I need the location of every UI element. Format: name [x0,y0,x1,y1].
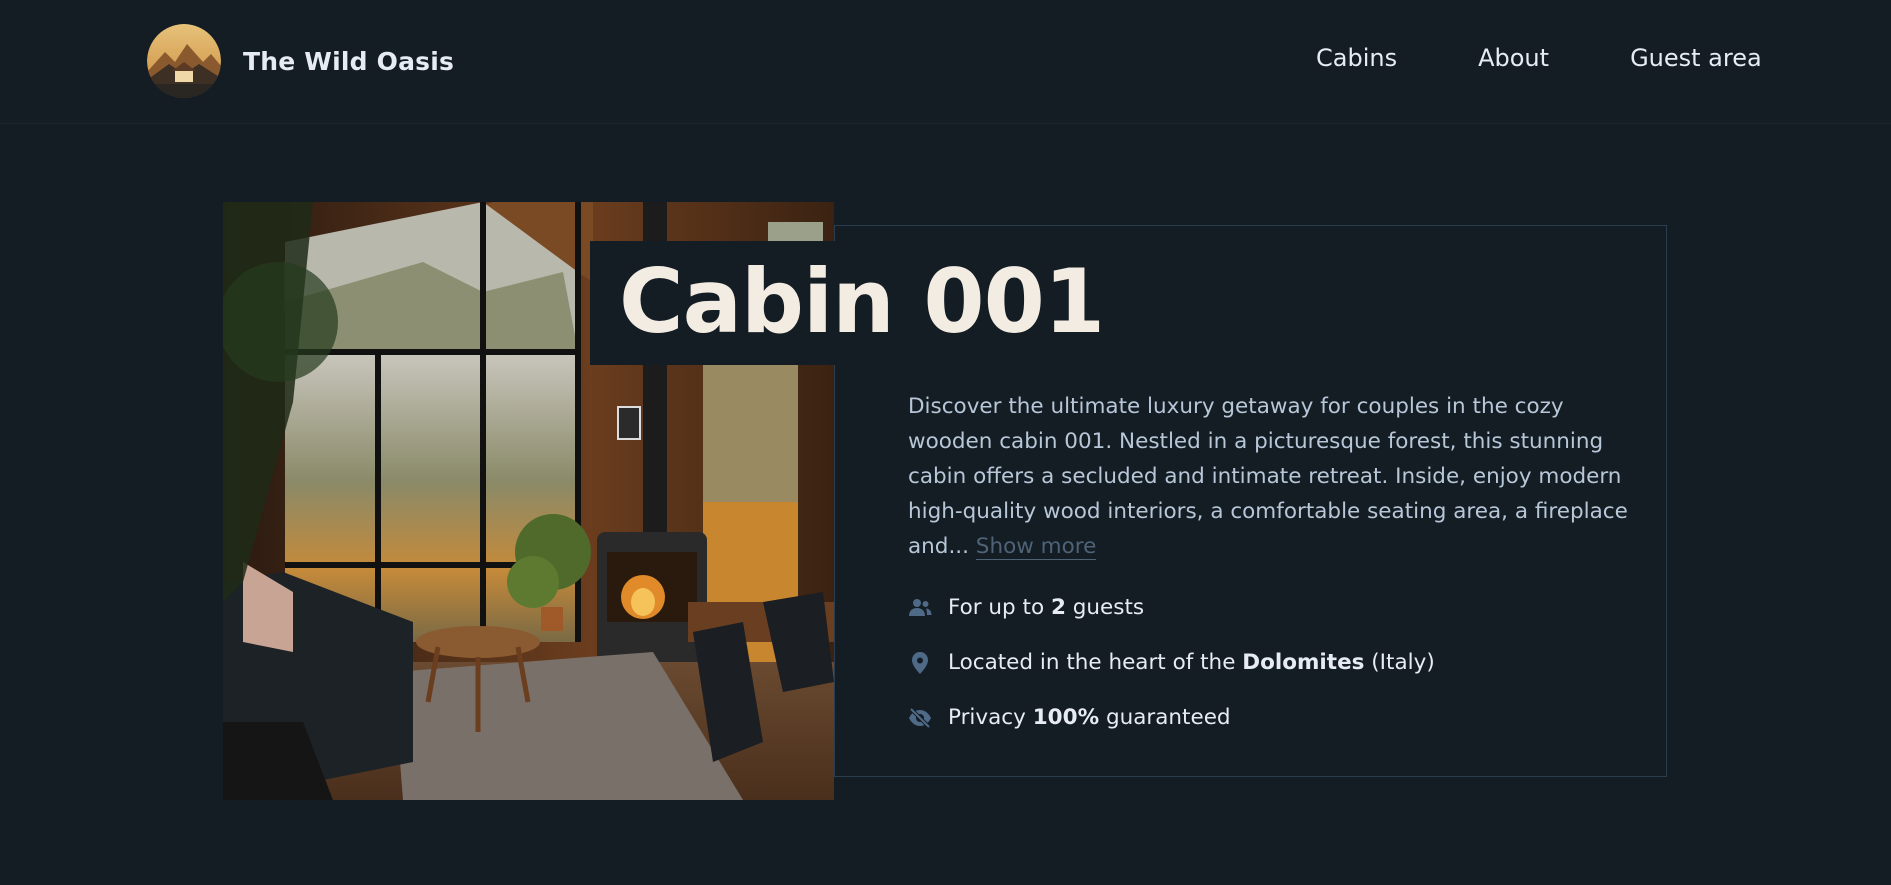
logo-link[interactable]: The Wild Oasis [147,24,454,98]
feature-privacy: Privacy 100% guaranteed [908,690,1435,745]
privacy-value: 100% [1032,705,1100,730]
cabin-title: Cabin 001 [619,250,1105,353]
brand-name: The Wild Oasis [243,46,455,76]
feature-guests-pre: For up to [948,595,1045,620]
feature-privacy-pre: Privacy [948,705,1026,730]
show-more-link[interactable]: Show more [975,534,1097,560]
feature-location: Located in the heart of the Dolomites (I… [908,635,1435,690]
feature-privacy-post: guaranteed [1105,705,1231,730]
logo-image [147,24,221,98]
nav-guest-area[interactable]: Guest area [1630,44,1762,72]
feature-guests-post: guests [1072,595,1145,620]
nav-about[interactable]: About [1478,44,1549,72]
location-name: Dolomites [1242,650,1365,675]
nav-cabins[interactable]: Cabins [1316,44,1397,72]
main-nav: Cabins About Guest area [1316,44,1762,72]
map-pin-icon [912,651,928,674]
cabin-features: For up to 2 guests Located in the heart … [908,580,1435,745]
cabin-description: Discover the ultimate luxury getaway for… [908,389,1628,564]
feature-location-post: (Italy) [1371,650,1435,675]
feature-location-pre: Located in the heart of the [948,650,1236,675]
guest-count: 2 [1050,595,1066,620]
users-icon [909,598,932,616]
site-header: The Wild Oasis Cabins About Guest area [0,0,1891,124]
eye-slash-icon [909,707,931,728]
feature-guests: For up to 2 guests [908,580,1435,635]
